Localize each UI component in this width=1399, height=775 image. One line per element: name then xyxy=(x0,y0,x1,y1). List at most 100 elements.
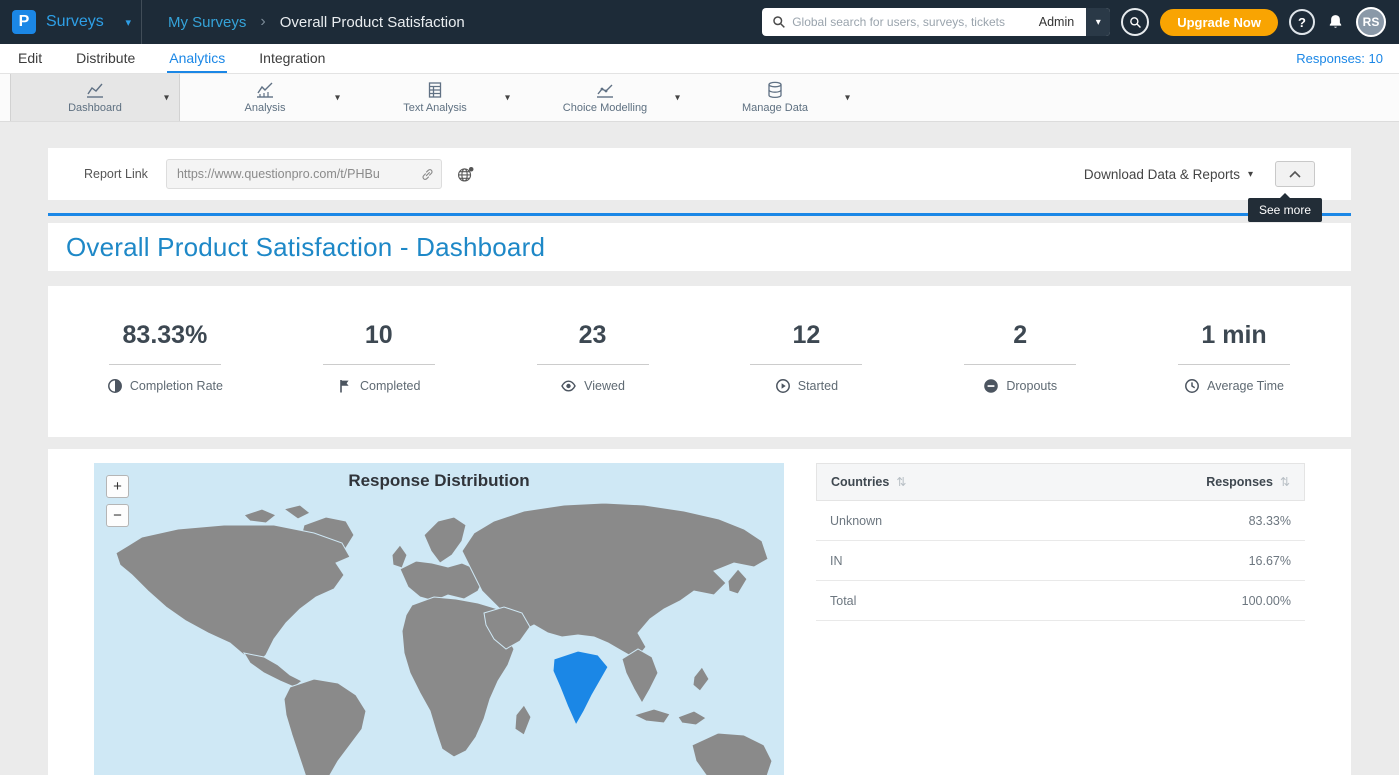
search-button[interactable] xyxy=(1121,8,1149,36)
help-button[interactable]: ? xyxy=(1289,9,1315,35)
tab-edit[interactable]: Edit xyxy=(16,44,44,73)
dashboard-title-card: Overall Product Satisfaction - Dashboard xyxy=(48,223,1351,271)
analytics-toolbar: Dashboard ▾ Analysis ▾ Text Analysis ▾ C… xyxy=(0,74,1399,122)
product-label: Surveys xyxy=(46,13,104,31)
stat-divider xyxy=(537,364,649,365)
topbar: P Surveys ▾ My Surveys › Overall Product… xyxy=(0,0,1399,44)
stat-value: 23 xyxy=(486,320,700,350)
stat-label: Average Time xyxy=(1207,379,1284,393)
choice-modelling-icon xyxy=(595,81,615,99)
page-content: Report Link Download Data & Reports ▾ Se… xyxy=(0,148,1399,775)
country-responses: 83.33% xyxy=(1249,514,1291,528)
text-analysis-icon xyxy=(425,81,445,99)
column-header-responses[interactable]: Responses ⇅ xyxy=(1206,475,1290,489)
notifications-bell-icon[interactable] xyxy=(1326,13,1345,32)
question-mark-icon: ? xyxy=(1298,15,1306,30)
stat-label: Started xyxy=(798,379,838,393)
stat-divider xyxy=(323,364,435,365)
country-name: IN xyxy=(830,554,843,568)
column-header-countries[interactable]: Countries ⇅ xyxy=(831,475,906,489)
chevron-down-icon: ▾ xyxy=(125,16,131,29)
database-icon xyxy=(765,81,785,99)
global-search: Admin ▾ xyxy=(762,8,1110,36)
report-link-bar: Report Link Download Data & Reports ▾ Se… xyxy=(48,148,1351,200)
stat-value: 2 xyxy=(913,320,1127,350)
page-title: Overall Product Satisfaction - Dashboard xyxy=(66,232,545,263)
report-url-field xyxy=(166,159,442,189)
link-icon[interactable] xyxy=(420,167,435,182)
eye-icon xyxy=(560,378,577,394)
stat-divider xyxy=(750,364,862,365)
dashboard-chart-icon xyxy=(85,81,105,99)
search-scope-label: Admin xyxy=(1033,15,1084,29)
stat-label: Completion Rate xyxy=(130,379,223,393)
response-distribution-map[interactable]: Response Distribution + − xyxy=(94,463,784,775)
topbar-survey-title: Overall Product Satisfaction xyxy=(280,14,465,31)
table-row: Total 100.00% xyxy=(816,581,1305,621)
analysis-chart-icon xyxy=(255,81,275,99)
report-link-label: Report Link xyxy=(84,167,148,181)
chevron-up-icon xyxy=(1287,168,1303,180)
country-responses: 16.67% xyxy=(1249,554,1291,568)
country-name: Unknown xyxy=(830,514,882,528)
countries-table-header: Countries ⇅ Responses ⇅ xyxy=(816,463,1305,501)
download-data-reports-label: Download Data & Reports xyxy=(1084,167,1240,182)
chevron-down-icon[interactable]: ▾ xyxy=(845,92,850,103)
stat-label: Dropouts xyxy=(1006,379,1057,393)
sort-icon[interactable]: ⇅ xyxy=(1280,475,1290,489)
surveys-product-menu[interactable]: P Surveys ▾ xyxy=(0,0,142,44)
toolbar-item-manage-data[interactable]: Manage Data ▾ xyxy=(690,74,860,121)
collapse-report-bar-button[interactable]: See more xyxy=(1275,161,1315,187)
zoom-out-button[interactable]: − xyxy=(106,504,129,527)
table-row: Unknown 83.33% xyxy=(816,501,1305,541)
chevron-down-icon[interactable]: ▾ xyxy=(335,92,340,103)
chevron-down-icon[interactable]: ▾ xyxy=(505,92,510,103)
toolbar-item-label: Dashboard xyxy=(68,102,122,114)
chevron-down-icon: ▾ xyxy=(1248,169,1253,180)
toolbar-item-choice-modelling[interactable]: Choice Modelling ▾ xyxy=(520,74,690,121)
responses-count[interactable]: Responses: 10 xyxy=(1296,51,1383,66)
stat-divider xyxy=(1178,364,1290,365)
zoom-in-button[interactable]: + xyxy=(106,475,129,498)
user-avatar[interactable]: RS xyxy=(1356,7,1386,37)
flag-icon xyxy=(337,378,353,394)
survey-section-nav: Edit Distribute Analytics Integration Re… xyxy=(0,44,1399,74)
stat-value: 10 xyxy=(272,320,486,350)
stat-average-time: 1 min Average Time xyxy=(1127,320,1341,399)
toolbar-item-label: Manage Data xyxy=(742,102,808,114)
stat-completion-rate: 83.33% Completion Rate xyxy=(58,320,272,399)
chevron-down-icon[interactable]: ▾ xyxy=(164,92,169,103)
stat-value: 12 xyxy=(699,320,913,350)
breadcrumb-separator: › xyxy=(260,13,265,31)
toolbar-item-text-analysis[interactable]: Text Analysis ▾ xyxy=(350,74,520,121)
tab-distribute[interactable]: Distribute xyxy=(74,44,137,73)
stat-completed: 10 Completed xyxy=(272,320,486,399)
tab-integration[interactable]: Integration xyxy=(257,44,327,73)
topbar-actions: Admin ▾ Upgrade Now ? RS xyxy=(762,7,1399,37)
stat-dropouts: 2 Dropouts xyxy=(913,320,1127,399)
toolbar-item-label: Text Analysis xyxy=(403,102,467,114)
stats-summary-card: 83.33% Completion Rate 10 Completed 23 V… xyxy=(48,286,1351,437)
see-more-tooltip: See more xyxy=(1248,198,1322,222)
toolbar-item-analysis[interactable]: Analysis ▾ xyxy=(180,74,350,121)
sort-icon[interactable]: ⇅ xyxy=(896,475,906,489)
breadcrumb-my-surveys[interactable]: My Surveys xyxy=(168,14,246,31)
globe-language-icon[interactable] xyxy=(456,165,475,184)
world-map[interactable] xyxy=(94,463,784,775)
stat-label: Viewed xyxy=(584,379,625,393)
global-search-input[interactable] xyxy=(792,8,1033,36)
chevron-down-icon[interactable]: ▾ xyxy=(675,92,680,103)
toolbar-item-dashboard[interactable]: Dashboard ▾ xyxy=(10,74,180,121)
search-icon xyxy=(762,15,792,29)
questionpro-logo: P xyxy=(12,10,36,34)
download-data-reports-dropdown[interactable]: Download Data & Reports ▾ xyxy=(1084,167,1253,182)
stat-label: Completed xyxy=(360,379,420,393)
toolbar-item-label: Choice Modelling xyxy=(563,102,647,114)
upgrade-now-button[interactable]: Upgrade Now xyxy=(1160,9,1278,36)
report-url-input[interactable] xyxy=(177,167,420,181)
tab-analytics[interactable]: Analytics xyxy=(167,44,227,73)
stat-value: 1 min xyxy=(1127,320,1341,350)
search-scope-dropdown[interactable]: ▾ xyxy=(1084,8,1110,36)
stat-divider xyxy=(109,364,221,365)
stat-started: 12 Started xyxy=(699,320,913,399)
